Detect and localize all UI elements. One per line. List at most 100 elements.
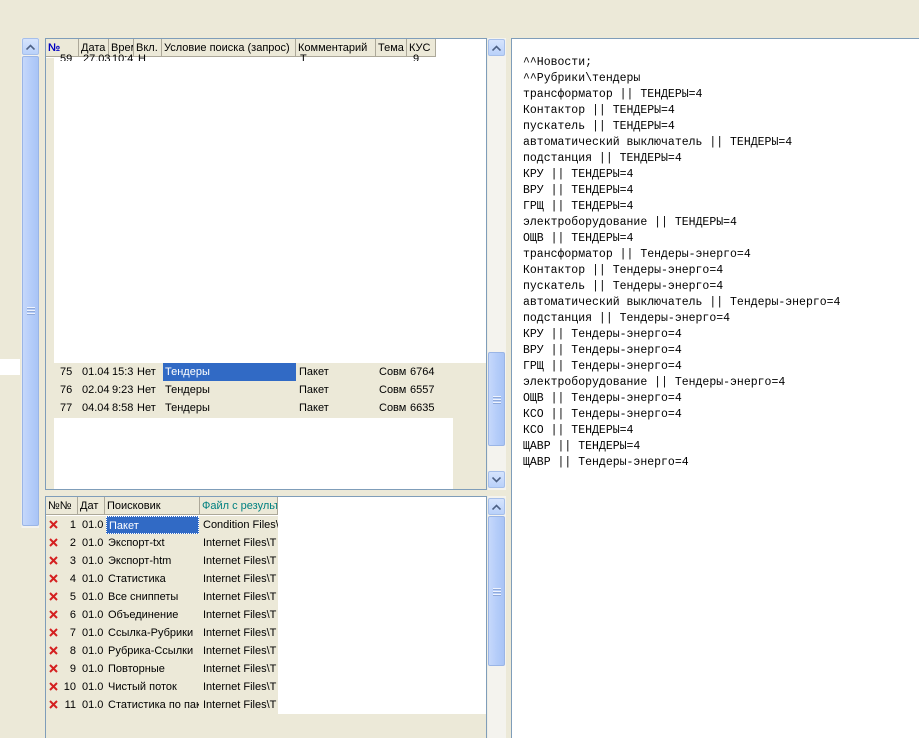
queries-scroll-thumb[interactable] — [488, 352, 505, 446]
cell-time: 15:3 — [112, 366, 134, 378]
red-x-icon[interactable] — [49, 574, 58, 583]
cell-file: Internet Files\Т — [203, 609, 277, 621]
cell-date: 01.0 — [82, 627, 104, 639]
cell-date: 02.04 — [82, 384, 110, 396]
cell-engine: Повторные — [108, 663, 165, 675]
list-item[interactable]: 5 01.0 Все сниппеты Internet Files\Т — [46, 588, 278, 606]
list-item[interactable]: 6 01.0 Объединение Internet Files\Т — [46, 606, 278, 624]
cell-num: 75 — [60, 366, 73, 378]
col-header-date[interactable]: Дат — [78, 497, 105, 515]
cell-on: Н — [138, 53, 146, 61]
red-x-icon[interactable] — [49, 592, 58, 601]
cell-theme: Совм — [379, 384, 407, 396]
results-scrollbar[interactable] — [487, 496, 506, 738]
list-item[interactable]: 2 01.0 Экспорт-txt Internet Files\Т — [46, 534, 278, 552]
cell-num: 76 — [60, 384, 73, 396]
chevron-down-icon — [492, 476, 501, 483]
text-line: ГРЩ || ТЕНДЕРЫ=4 — [523, 200, 634, 213]
cell-file: Internet Files\Т — [203, 573, 277, 585]
cell-engine: Статистика — [108, 573, 166, 585]
results-scroll-thumb[interactable] — [488, 516, 505, 666]
cell-date: 01.0 — [82, 537, 104, 549]
cell-on: Нет — [137, 366, 156, 378]
col-header-engine[interactable]: Поисковик — [105, 497, 200, 515]
cell-theme: Совм — [379, 366, 407, 378]
cell-kus: 9 — [413, 53, 420, 61]
table-row[interactable]: 76 02.04 9:23 Нет Тендеры Пакет Совм 655… — [46, 381, 486, 399]
cell-engine[interactable]: Пакет — [106, 516, 199, 534]
col-header-numnum[interactable]: №№ — [46, 497, 78, 515]
text-line: КСО || ТЕНДЕРЫ=4 — [523, 424, 634, 437]
cell-date: 27.03 — [83, 53, 111, 61]
cell-time: 9:23 — [112, 384, 134, 396]
text-line: подстанция || Тендеры-энерго=4 — [523, 312, 731, 325]
red-x-icon[interactable] — [49, 646, 58, 655]
query-text-pane[interactable]: ^^Новости; ^^Рубрики\тендеры трансформатор… — [511, 38, 919, 738]
cell-on: Нет — [137, 384, 156, 396]
cell-kus: 6557 — [410, 384, 435, 396]
list-item[interactable]: 7 01.0 Ссылка-Рубрики Internet Files\Т — [46, 624, 278, 642]
red-x-icon[interactable] — [49, 664, 58, 673]
cell-file: Internet Files\Т — [203, 681, 277, 693]
list-item[interactable]: 1 01.0 Пакет Condition Files\ — [46, 516, 278, 534]
text-line: трансформатор || Тендеры-энерго=4 — [523, 248, 751, 261]
red-x-icon[interactable] — [49, 628, 58, 637]
cell-file: Internet Files\Т — [203, 663, 277, 675]
text-line: ОЩВ || ТЕНДЕРЫ=4 — [523, 232, 634, 245]
cell-file: Internet Files\Т — [203, 699, 277, 711]
cell-engine: Экспорт-htm — [108, 555, 172, 567]
text-line: ^^Рубрики\тендеры — [523, 72, 641, 85]
results-grid[interactable]: №№ Дат Поисковик Файл с результ 1 01.0 Пак… — [45, 496, 487, 738]
text-line: трансформатор || ТЕНДЕРЫ=4 — [523, 88, 703, 101]
cell-date: 01.0 — [82, 555, 104, 567]
cell-num: 8 — [69, 645, 76, 657]
left-scrollbar[interactable] — [21, 38, 39, 528]
red-x-icon[interactable] — [49, 538, 58, 547]
cell-date: 01.0 — [82, 645, 104, 657]
list-item[interactable]: 10 01.0 Чистый поток Internet Files\Т — [46, 678, 278, 696]
text-line: КСО || Тендеры-энерго=4 — [523, 408, 682, 421]
cell-engine: Чистый поток — [108, 681, 177, 693]
table-row-partial[interactable]: 59 27.03 10:4 Н Т 9 — [46, 53, 486, 61]
col-header-file[interactable]: Файл с результ — [200, 497, 278, 515]
red-x-icon[interactable] — [49, 556, 58, 565]
left-scroll-thumb[interactable] — [22, 56, 39, 526]
left-edge-strip — [0, 359, 20, 375]
list-item[interactable]: 9 01.0 Повторные Internet Files\Т — [46, 660, 278, 678]
cell-date: 01.0 — [82, 573, 104, 585]
list-item[interactable]: 11 01.0 Статистика по пак Internet Files\Т — [46, 696, 278, 714]
red-x-icon[interactable] — [49, 520, 58, 529]
table-row[interactable]: 75 01.04 15:3 Нет Тендеры Пакет Совм 676… — [46, 363, 486, 381]
cell-comment: Пакет — [299, 402, 329, 414]
red-x-icon[interactable] — [49, 682, 58, 691]
results-scroll-up-button[interactable] — [488, 498, 505, 515]
cell-num: 59 — [60, 53, 73, 61]
cell-file: Internet Files\Т — [203, 627, 277, 639]
cell-num: 2 — [69, 537, 76, 549]
cell-date: 01.04 — [82, 366, 110, 378]
list-item[interactable]: 8 01.0 Рубрика-Ссылки Internet Files\Т — [46, 642, 278, 660]
red-x-icon[interactable] — [49, 610, 58, 619]
text-line: КРУ || Тендеры-энерго=4 — [523, 328, 682, 341]
text-line: КРУ || ТЕНДЕРЫ=4 — [523, 168, 634, 181]
cell-file: Internet Files\Т — [203, 591, 277, 603]
cell-query-selected[interactable]: Тендеры — [163, 363, 296, 381]
queries-scroll-down-button[interactable] — [488, 471, 505, 488]
cell-date: 01.0 — [82, 591, 104, 603]
queries-grid[interactable]: № Дата Врем Вкл. Условие поиска (запрос)… — [45, 38, 487, 490]
table-row[interactable]: 77 04.04 8:58 Нет Тендеры Пакет Совм 663… — [46, 399, 486, 417]
red-x-icon[interactable] — [49, 700, 58, 709]
text-line: ^^Новости; — [523, 56, 593, 69]
cell-num: 5 — [69, 591, 76, 603]
text-line: автоматический выключатель || Тендеры-эн… — [523, 296, 841, 309]
cell-num: 1 — [69, 519, 76, 531]
list-item[interactable]: 3 01.0 Экспорт-htm Internet Files\Т — [46, 552, 278, 570]
chevron-up-icon — [26, 43, 35, 50]
cell-engine: Ссылка-Рубрики — [108, 627, 194, 639]
queries-scrollbar[interactable] — [487, 38, 506, 490]
list-item[interactable]: 4 01.0 Статистика Internet Files\Т — [46, 570, 278, 588]
queries-scroll-up-button[interactable] — [488, 39, 505, 56]
left-scroll-up-button[interactable] — [22, 38, 39, 55]
cell-file: Internet Files\Т — [203, 645, 277, 657]
grid-bottom-fill — [54, 417, 453, 489]
